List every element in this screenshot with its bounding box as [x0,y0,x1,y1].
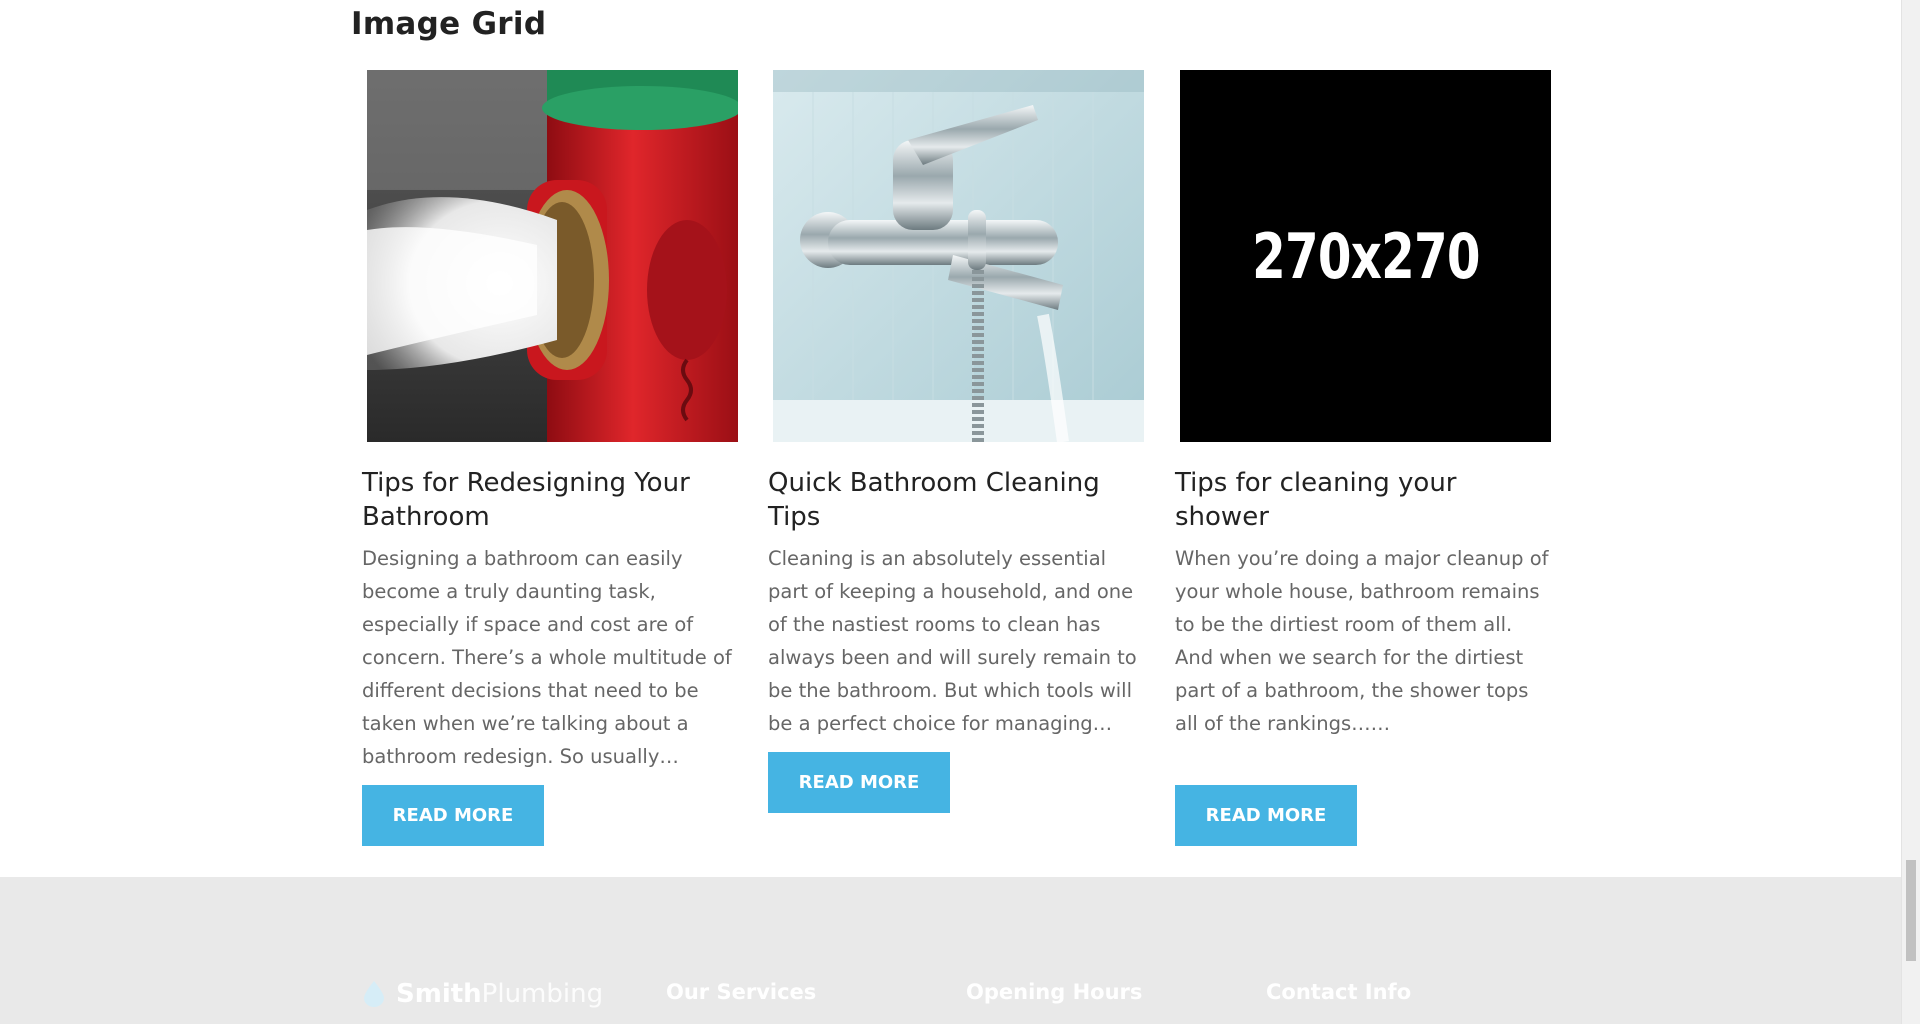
scrollbar-thumb[interactable] [1906,860,1916,961]
hydrant-illustration [367,70,738,442]
card-excerpt: Designing a bathroom can easily become a… [362,547,732,768]
brand-name-light: Plumbing [481,979,604,1009]
water-drop-icon [364,981,384,1007]
read-more-button[interactable]: READ MORE [362,785,544,846]
footer-heading-hours: Opening Hours [966,980,1143,1004]
card-excerpt: Cleaning is an absolutely essential part… [768,547,1137,735]
placeholder-text: 270x270 [1251,219,1480,293]
vertical-scrollbar[interactable] [1901,0,1920,1024]
footer: Smith Plumbing Our Services Opening Hours… [0,877,1902,1024]
footer-heading-contact: Contact Info [1266,980,1412,1004]
card-title[interactable]: Tips for Redesigning Your Bathroom [362,466,742,534]
card-title[interactable]: Tips for cleaning your shower [1175,466,1555,534]
card-image-faucet[interactable] [773,70,1144,442]
read-more-button[interactable]: READ MORE [1175,785,1357,846]
card-image-placeholder[interactable]: 270x270 [1180,70,1551,442]
footer-logo[interactable]: Smith Plumbing [364,979,603,1009]
section-title: Image Grid [351,6,547,42]
read-more-button[interactable]: READ MORE [768,752,950,813]
footer-heading-services: Our Services [666,980,817,1004]
card-excerpt: When you’re doing a major cleanup of you… [1175,547,1549,735]
card-image-hydrant[interactable] [367,70,738,442]
brand-name-bold: Smith [396,979,482,1009]
faucet-illustration [773,70,1144,442]
page: Image Grid Tips for Redesigning Your Bat… [0,0,1902,1024]
card-title[interactable]: Quick Bathroom Cleaning Tips [768,466,1148,534]
